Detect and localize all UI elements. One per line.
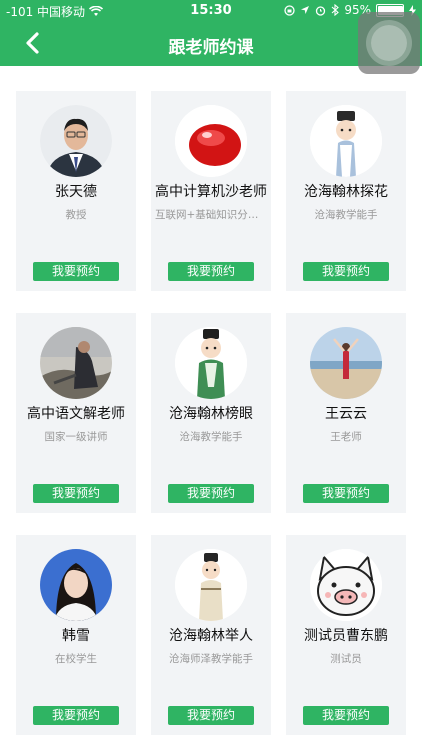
alarm-icon [316,5,326,16]
teacher-name: 韩雪 [62,628,90,644]
teacher-subtitle: 沧海教学能手 [179,431,243,443]
red-ball-avatar [175,105,247,177]
cartoon-scholar-green-avatar [175,327,247,399]
teacher-card[interactable]: 高中语文解老师 国家一级讲师 我要预约 [16,313,136,513]
book-button[interactable]: 我要预约 [303,706,389,725]
cartoon-scholar-avatar [310,105,382,177]
book-button[interactable]: 我要预约 [33,484,119,503]
teacher-card[interactable]: 王云云 王老师 我要预约 [286,313,406,513]
man-in-suit-avatar [40,105,112,177]
avatar [40,549,112,621]
teacher-card[interactable]: 测试员曹东鹏 测试员 我要预约 [286,535,406,735]
book-button[interactable]: 我要预约 [33,262,119,281]
teacher-subtitle: 在校学生 [55,653,97,665]
teacher-name: 沧海翰林探花 [304,184,388,200]
orientation-lock-icon [284,4,295,16]
teacher-subtitle: 沧海教学能手 [314,209,378,221]
avatar [175,105,247,177]
book-button[interactable]: 我要预约 [303,262,389,281]
cartoon-pig-avatar [310,549,382,621]
avatar [40,327,112,399]
book-button[interactable]: 我要预约 [168,262,254,281]
beach-photo-avatar [310,327,382,399]
book-button[interactable]: 我要预约 [168,484,254,503]
teacher-name: 高中语文解老师 [27,406,125,422]
woman-portrait-avatar [40,549,112,621]
avatar [310,549,382,621]
teacher-card[interactable]: 沧海翰林举人 沧海师泽教学能手 我要预约 [151,535,271,735]
teacher-subtitle: 教授 [65,209,87,221]
teacher-subtitle: 国家一级讲师 [44,431,108,443]
teacher-card[interactable]: 高中计算机沙老师 互联网+基础知识分享... 我要预约 [151,91,271,291]
avatar [310,105,382,177]
teacher-subtitle: 沧海师泽教学能手 [169,653,253,665]
teacher-card[interactable]: 沧海翰林探花 沧海教学能手 我要预约 [286,91,406,291]
teacher-card[interactable]: 沧海翰林榜眼 沧海教学能手 我要预约 [151,313,271,513]
book-button[interactable]: 我要预约 [168,706,254,725]
assistive-touch-icon [371,25,407,61]
book-button[interactable]: 我要预约 [303,484,389,503]
avatar [40,105,112,177]
teacher-name: 高中计算机沙老师 [155,184,267,200]
teacher-name: 沧海翰林榜眼 [169,406,253,422]
teacher-name: 沧海翰林举人 [169,628,253,644]
teacher-subtitle: 测试员 [330,653,362,665]
assistive-touch-button[interactable] [358,12,420,74]
bluetooth-icon [331,4,340,16]
teacher-card[interactable]: 韩雪 在校学生 我要预约 [16,535,136,735]
teacher-name: 测试员曹东鹏 [304,628,388,644]
avatar [175,327,247,399]
book-button[interactable]: 我要预约 [33,706,119,725]
location-icon [301,6,310,14]
teacher-name: 张天德 [55,184,97,200]
outdoor-photo-avatar [40,327,112,399]
avatar [175,549,247,621]
teacher-subtitle: 互联网+基础知识分享... [155,209,267,221]
cartoon-scholar-beige-avatar [175,549,247,621]
teacher-subtitle: 王老师 [330,431,362,443]
teacher-card[interactable]: 张天德 教授 我要预约 [16,91,136,291]
avatar [310,327,382,399]
teacher-name: 王云云 [325,406,367,422]
